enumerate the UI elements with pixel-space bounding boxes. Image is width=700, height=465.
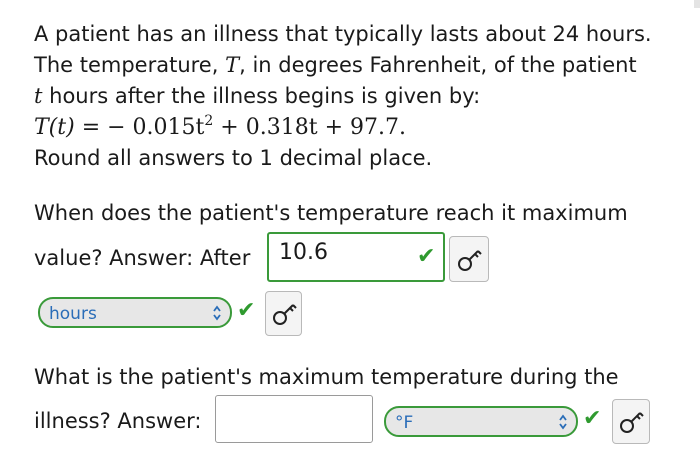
question-2-unit-key-button[interactable] [612, 399, 650, 444]
key-icon [620, 412, 644, 433]
equation-term-3: 97.7. [350, 115, 406, 140]
equation-exponent: 2 [204, 113, 214, 129]
question-1-text-line-1: When does the patient's temperature reac… [34, 201, 628, 225]
question-2-answer-input[interactable] [215, 395, 373, 443]
equation-lhs: T(t) [34, 115, 75, 140]
key-icon [458, 250, 482, 271]
chevron-up-down-icon [559, 414, 567, 430]
key-icon [273, 304, 297, 325]
question-1-unit-select[interactable]: hours [38, 297, 232, 328]
problem-line-3: t hours after the illness begins is give… [34, 84, 481, 108]
question-1-answer-input[interactable]: 10.6 ✔ [267, 232, 445, 282]
equation-term-2: 0.318t [245, 115, 318, 140]
question-2-text-line-2: illness? Answer: [34, 409, 202, 433]
question-1-answer-value[interactable]: 10.6 [279, 240, 328, 265]
question-1-unit-value: hours [49, 304, 97, 324]
variable-T: T [225, 53, 240, 77]
temperature-equation: T(t) = − 0.015t2 +0.318t +97.7. [34, 113, 406, 140]
check-mark-icon: ✔ [237, 298, 256, 323]
problem-line-2: The temperature, T, in degrees Fahrenhei… [34, 53, 637, 77]
check-mark-icon: ✔ [583, 406, 602, 431]
check-mark-icon: ✔ [417, 244, 436, 269]
question-1-unit-key-button[interactable] [265, 291, 302, 336]
question-1-text-line-2: value? Answer: After [34, 246, 251, 270]
scrollbar-thumb[interactable] [694, 0, 700, 8]
rounding-note: Round all answers to 1 decimal place. [34, 146, 433, 170]
question-2-unit-select[interactable]: °F [384, 406, 578, 437]
scrollbar[interactable] [694, 0, 700, 465]
problem-line-1: A patient has an illness that typically … [34, 22, 652, 46]
chevron-up-down-icon [213, 305, 221, 321]
question-2-text-line-1: What is the patient's maximum temperatur… [34, 365, 619, 389]
problem-statement: A patient has an illness that typically … [34, 19, 674, 174]
question-1-key-button[interactable] [449, 236, 489, 282]
equation-term-1: − 0.015t [107, 115, 205, 140]
question-2-unit-value: °F [395, 413, 414, 433]
